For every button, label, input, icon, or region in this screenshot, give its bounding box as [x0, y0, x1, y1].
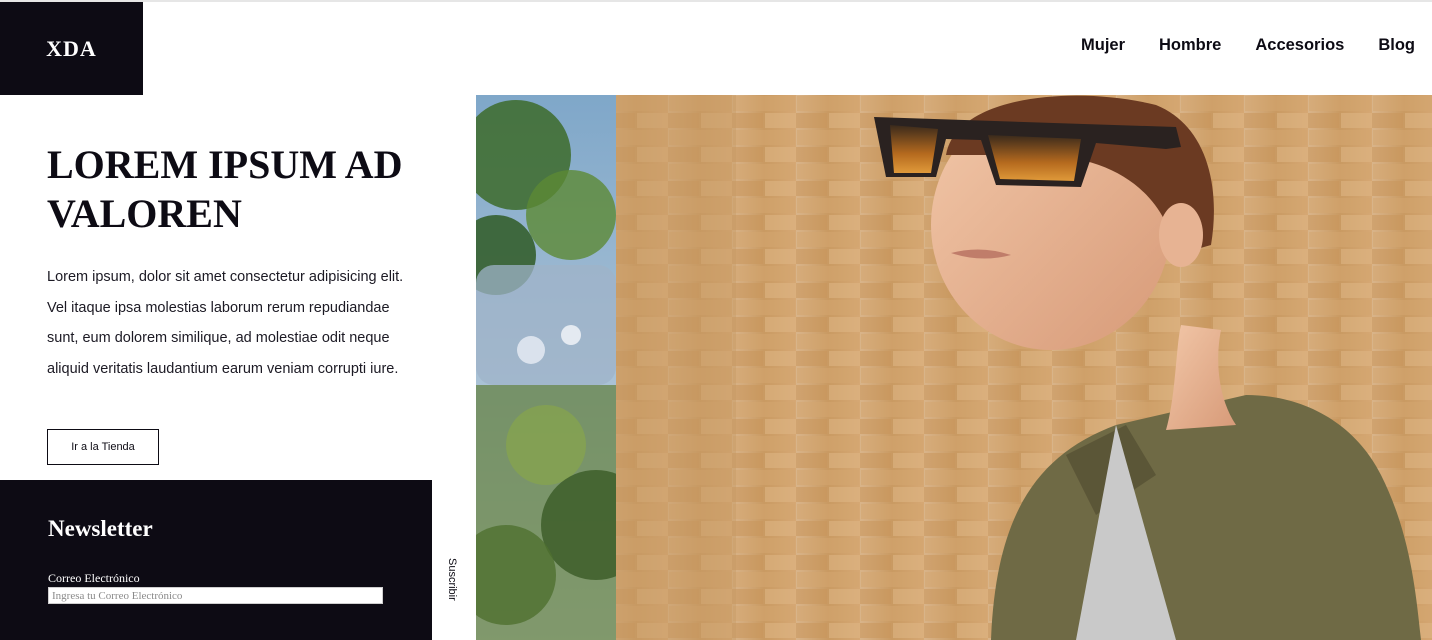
hero-photo [476, 95, 1432, 640]
nav-item-mujer[interactable]: Mujer [1081, 36, 1125, 55]
go-to-store-button[interactable]: Ir a la Tienda [47, 429, 159, 465]
nav-item-accesorios[interactable]: Accesorios [1255, 36, 1344, 55]
newsletter-title: Newsletter [48, 516, 153, 541]
nav-item-blog[interactable]: Blog [1378, 36, 1415, 55]
subscribe-button[interactable]: Suscribir [446, 558, 458, 601]
main-nav: Mujer Hombre Accesorios Blog [1081, 36, 1415, 55]
hero-description: Lorem ipsum, dolor sit amet consectetur … [47, 269, 404, 377]
hero-title: LOREM IPSUM AD VALOREN [47, 142, 403, 236]
newsletter-panel: Newsletter Correo Electrónico [0, 480, 432, 640]
logo-text: XDA [46, 35, 97, 61]
logo[interactable]: XDA [0, 2, 143, 95]
nav-item-hombre[interactable]: Hombre [1159, 36, 1221, 55]
email-field[interactable] [48, 587, 383, 604]
top-divider [0, 0, 1432, 2]
hero-photo-illustration [476, 95, 1432, 640]
email-label: Correo Electrónico [48, 571, 140, 585]
